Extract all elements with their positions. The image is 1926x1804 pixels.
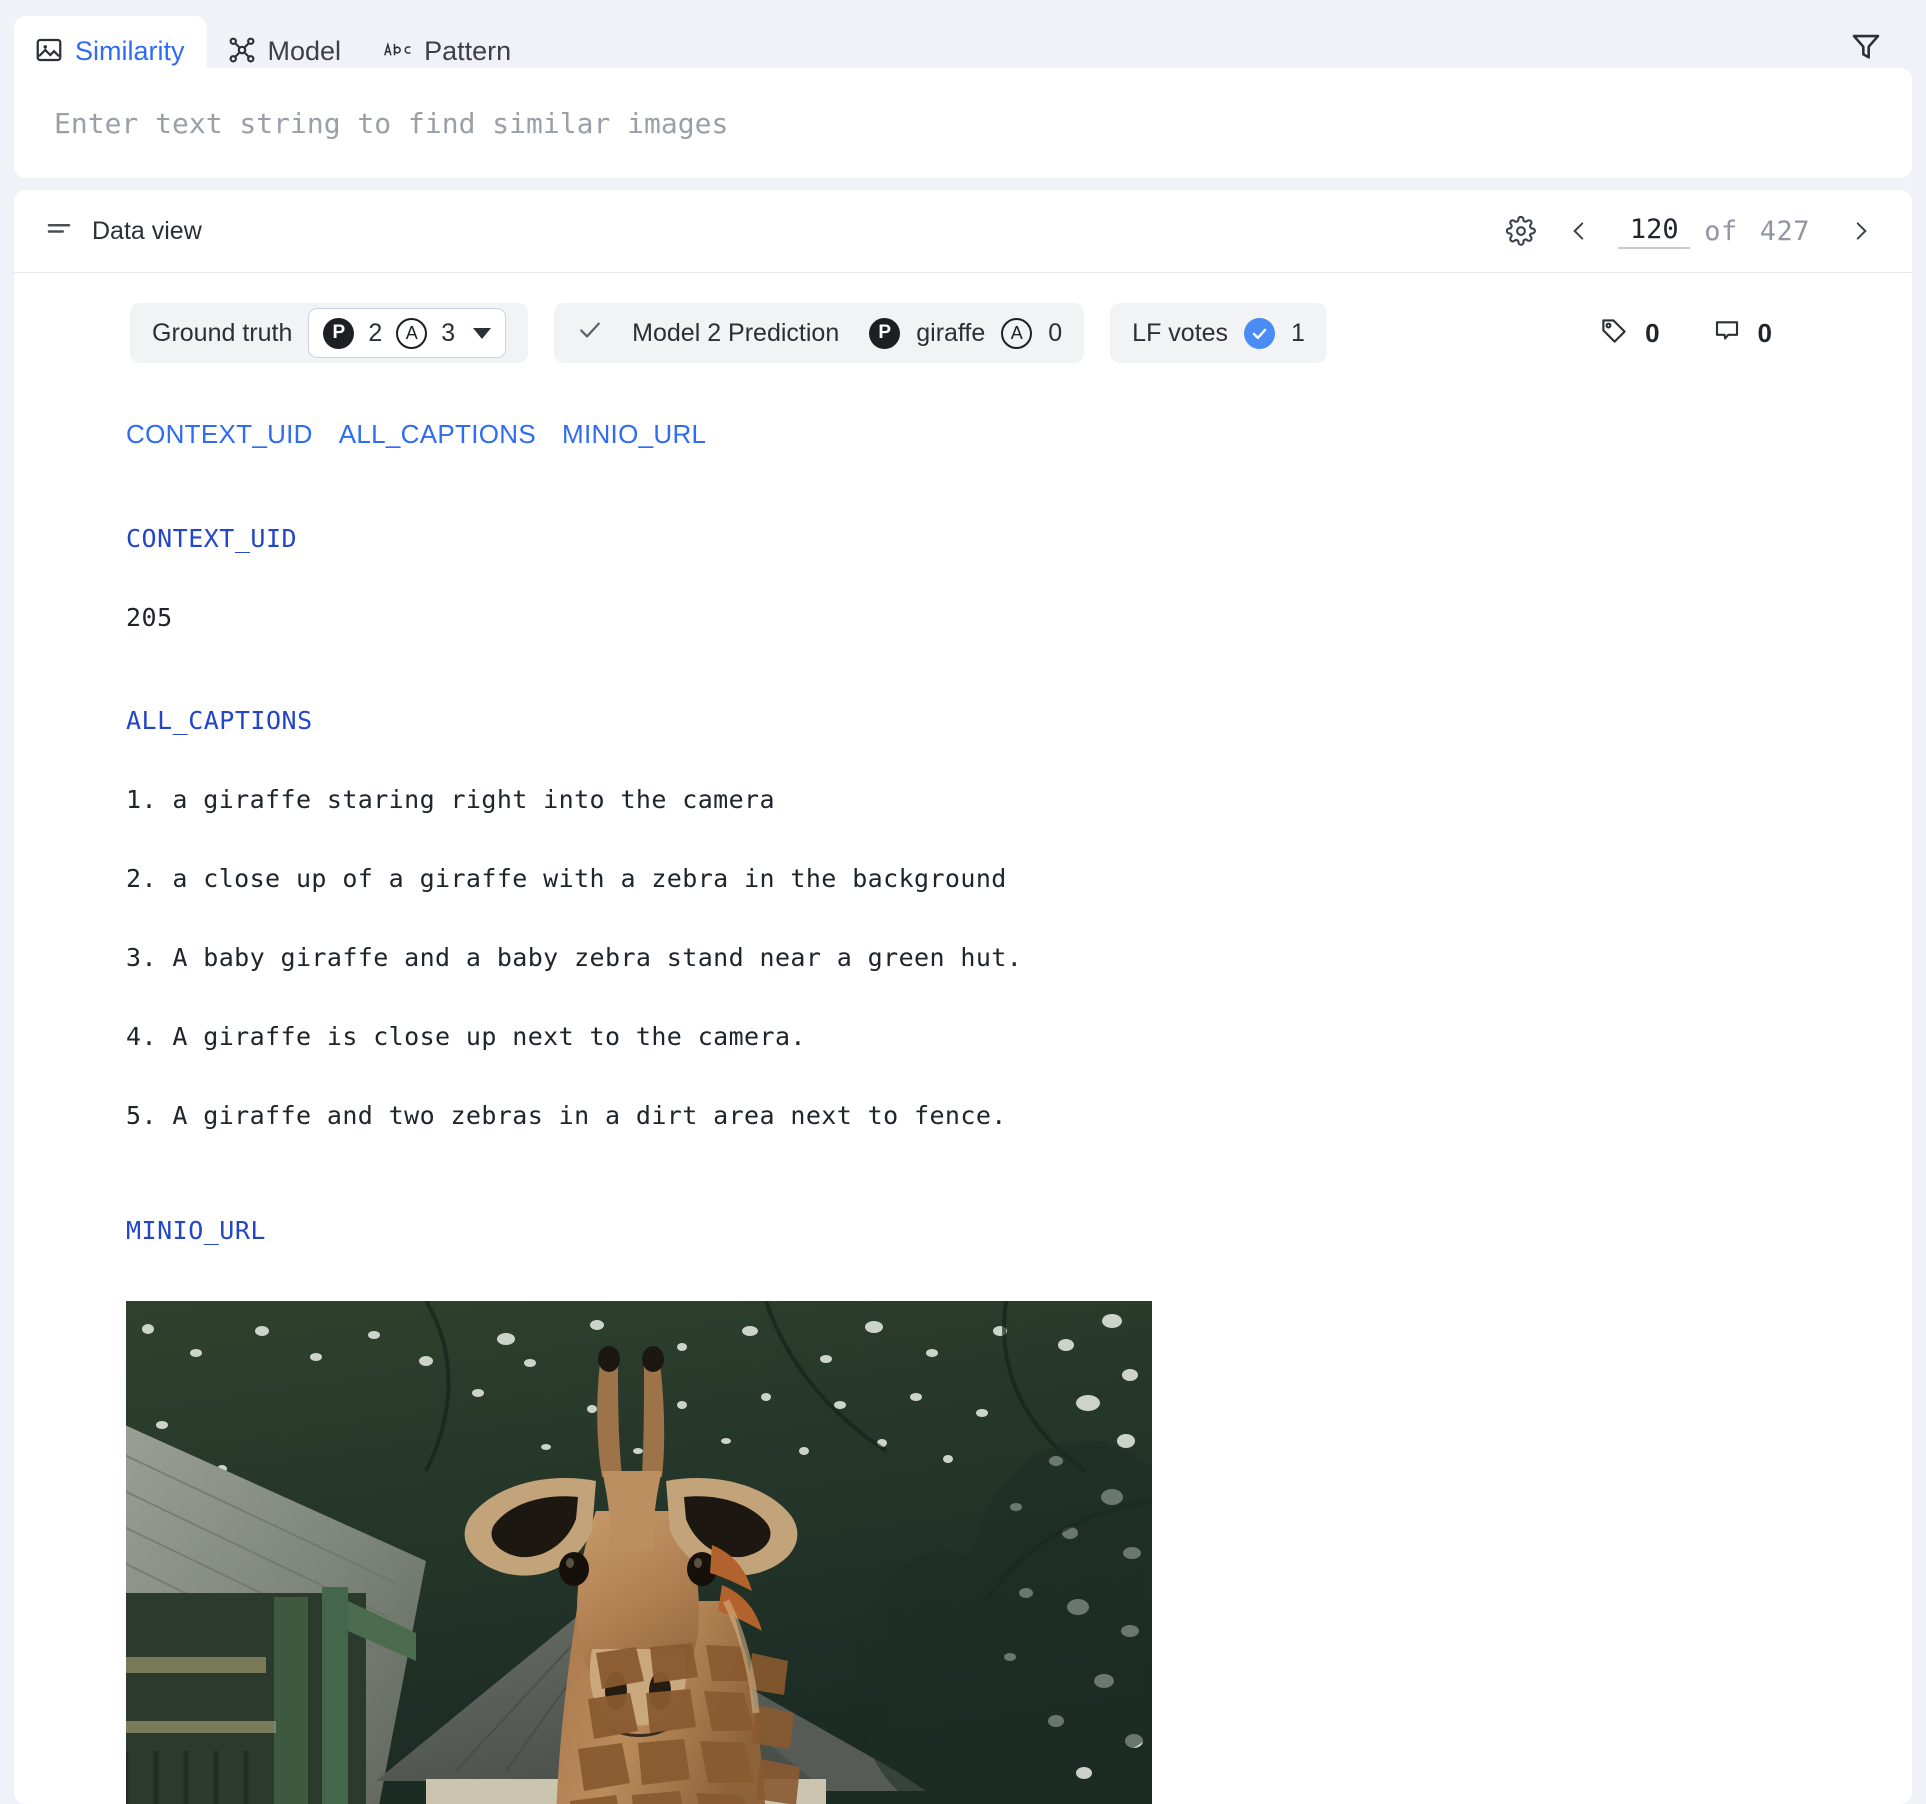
chevron-right-icon[interactable]	[1836, 206, 1886, 256]
tag-counter[interactable]: 0	[1599, 316, 1660, 351]
data-view-title-group: Data view	[44, 214, 202, 249]
check-circle-icon	[1244, 317, 1276, 349]
caption-item: 3. A baby giraffe and a baby zebra stand…	[126, 943, 1023, 972]
search-input[interactable]	[14, 68, 1912, 178]
gear-icon[interactable]	[1496, 206, 1546, 256]
context-uid-value: 205	[126, 603, 173, 632]
caption-item: 1. a giraffe staring right into the came…	[126, 785, 775, 814]
caption-item: 5. A giraffe and two zebras in a dirt ar…	[126, 1101, 1007, 1130]
tab-model-label: Model	[267, 35, 342, 66]
lf-votes-label: LF votes	[1132, 318, 1229, 347]
model-prediction-p-value: giraffe	[916, 318, 986, 347]
page-number-input[interactable]	[1618, 213, 1691, 249]
pagination-group: of 427	[1496, 206, 1886, 256]
comment-count: 0	[1757, 317, 1772, 348]
chevron-down-icon[interactable]	[473, 327, 492, 339]
section-heading-all-captions: ALL_CAPTIONS	[126, 706, 313, 735]
page-of-label: of	[1704, 215, 1738, 247]
tag-icon	[1599, 316, 1629, 351]
model-prediction-label: Model 2 Prediction	[632, 318, 840, 347]
ground-truth-dropdown[interactable]: P 2 A 3	[308, 308, 507, 358]
a-badge-icon: A	[1001, 317, 1033, 349]
p-badge-icon: P	[869, 317, 901, 349]
model-prediction-chip[interactable]: Model 2 Prediction P giraffe A 0	[554, 303, 1085, 363]
model-prediction-a-value: 0	[1048, 318, 1063, 347]
a-badge-icon: A	[396, 317, 428, 349]
data-view-title: Data view	[92, 216, 202, 245]
annotation-chip-row: Ground truth P 2 A 3 Model 2 Prediction …	[14, 273, 1912, 363]
minio-image-wrapper	[126, 1301, 1912, 1804]
tag-count: 0	[1645, 317, 1660, 348]
ground-truth-chip[interactable]: Ground truth P 2 A 3	[130, 303, 529, 363]
caption-item: 4. A giraffe is close up next to the cam…	[126, 1022, 806, 1051]
field-link-minio-url[interactable]: MINIO_URL	[562, 419, 706, 450]
data-view-header: Data view of 427	[14, 190, 1912, 273]
section-heading-minio-url: MINIO_URL	[126, 1216, 266, 1245]
image-icon	[34, 35, 64, 65]
lf-votes-chip[interactable]: LF votes 1	[1110, 303, 1327, 363]
field-link-context-uid[interactable]: CONTEXT_UID	[126, 419, 313, 450]
tab-similarity-label: Similarity	[75, 35, 185, 66]
page-total: 427	[1759, 215, 1810, 247]
field-link-row: CONTEXT_UID ALL_CAPTIONS MINIO_URL	[14, 363, 1912, 450]
caption-item: 2. a close up of a giraffe with a zebra …	[126, 864, 1007, 893]
abc-pattern-icon	[383, 39, 413, 61]
p-badge-icon: P	[323, 317, 355, 349]
ground-truth-label: Ground truth	[152, 318, 293, 347]
tab-pattern-label: Pattern	[424, 35, 512, 66]
lf-votes-value: 1	[1291, 318, 1305, 347]
ground-truth-a-value: 3	[441, 318, 456, 347]
similarity-search-card	[14, 68, 1912, 178]
filter-funnel-icon[interactable]	[1844, 24, 1888, 68]
field-link-all-captions[interactable]: ALL_CAPTIONS	[339, 419, 536, 450]
chevron-left-icon[interactable]	[1554, 206, 1604, 256]
list-lines-icon[interactable]	[44, 214, 74, 249]
comment-icon	[1712, 316, 1742, 351]
section-heading-context-uid: CONTEXT_UID	[126, 524, 298, 553]
data-view-card: Data view of 427	[14, 190, 1912, 1804]
record-sections: CONTEXT_UID 205 ALL_CAPTIONS 1. a giraff…	[14, 524, 1912, 1804]
app-root: Similarity Model Pattern Enter text stri…	[0, 0, 1926, 1804]
check-icon	[576, 316, 604, 351]
giraffe-photo[interactable]	[126, 1301, 1152, 1804]
counter-group: 0 0	[1599, 316, 1882, 351]
ground-truth-p-value: 2	[368, 318, 383, 347]
comment-counter[interactable]: 0	[1712, 316, 1772, 351]
model-graph-icon	[227, 35, 257, 65]
